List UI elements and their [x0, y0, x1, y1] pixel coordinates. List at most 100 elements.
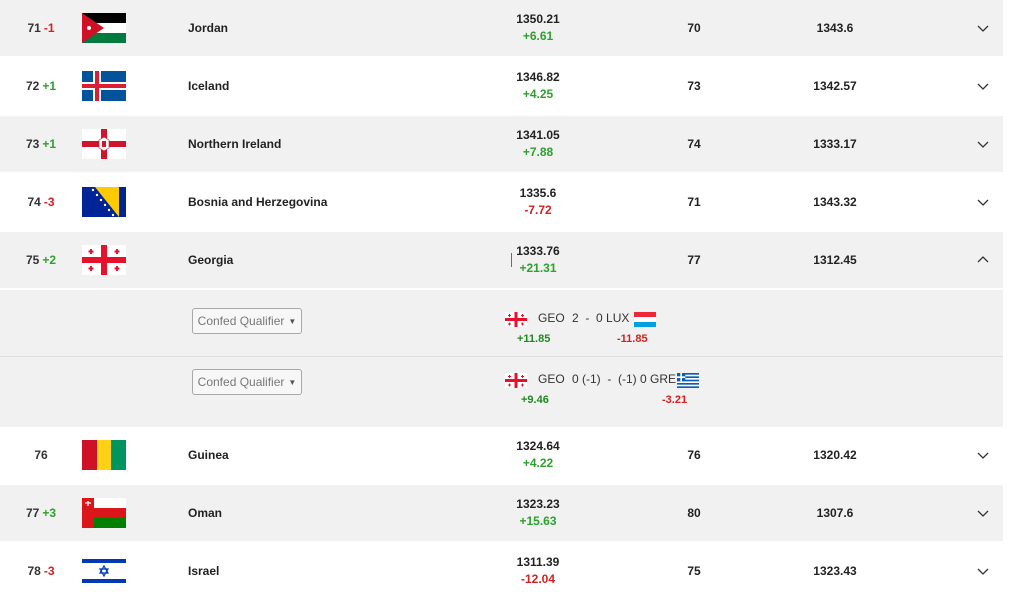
score-text: 0 (-1) - (-1) 0 [572, 372, 647, 386]
away-team-code: LUX [606, 311, 630, 325]
flag-cell [82, 498, 188, 528]
points-delta: +4.22 [522, 456, 554, 470]
israel-flag-icon [82, 556, 126, 586]
points-cell: 1346.82 +4.25 [428, 69, 648, 103]
total-points: 1341.05 [516, 128, 560, 142]
flag-cell [82, 556, 188, 586]
caret-down-icon: ▼ [288, 377, 297, 387]
away-points-delta: -11.85 [617, 333, 648, 345]
table-row-expanded[interactable]: 75 +2 Georgia 1333.76 +21.31 77 1312.45 [0, 232, 1003, 290]
rank-number: 77 [25, 506, 40, 520]
luxembourg-flag-icon [634, 312, 656, 327]
rank-number: 76 [34, 448, 48, 462]
rank-number: 71 [27, 21, 41, 35]
previous-points: 1343.32 [813, 195, 857, 209]
rank-cell: 74 -3 [0, 195, 82, 209]
match-type-dropdown[interactable]: Confed Qualifier ▼ [192, 308, 302, 334]
chevron-up-icon[interactable] [977, 254, 989, 266]
rank-cell: 73 +1 [0, 137, 82, 151]
previous-rank: 70 [687, 21, 701, 35]
country-name[interactable]: Georgia [188, 253, 428, 267]
previous-rank: 75 [687, 564, 701, 578]
score-text: 2 - 0 [572, 311, 603, 325]
chevron-down-icon[interactable] [977, 22, 989, 34]
country-name[interactable]: Israel [188, 564, 428, 578]
rankings-table: 71 -1 Jordan 1350.21 +6.61 70 1343.6 72 +1 … [0, 0, 1003, 601]
previous-rank: 73 [687, 79, 701, 93]
rank-move: +2 [42, 253, 57, 267]
bosnia-flag-icon [82, 187, 126, 217]
points-cell: 1341.05 +7.88 [428, 127, 648, 161]
total-points: 1346.82 [516, 70, 560, 84]
flag-cell [82, 245, 188, 275]
points-delta: -7.72 [524, 203, 552, 217]
match-type-dropdown[interactable]: Confed Qualifier ▼ [192, 369, 302, 395]
country-name[interactable]: Northern Ireland [188, 137, 428, 151]
previous-rank: 76 [687, 448, 701, 462]
rank-number: 78 [27, 564, 41, 578]
chevron-down-icon[interactable] [977, 507, 989, 519]
rank-move: +3 [42, 506, 57, 520]
match-result: GEO 2 - 0 LUX +11.85 -11.85 [505, 302, 705, 346]
chevron-down-icon[interactable] [977, 80, 989, 92]
away-team-code: GRE [650, 372, 677, 386]
match-detail: Confed Qualifier ▼ GEO 2 - 0 LUX +11.85 -… [0, 290, 1003, 357]
points-delta: -12.04 [520, 572, 556, 586]
text-cursor [511, 253, 512, 267]
points-cell: 1333.76 +21.31 [428, 243, 648, 277]
points-delta: +6.61 [522, 29, 554, 43]
rank-number: 72 [25, 79, 40, 93]
chevron-down-icon[interactable] [977, 196, 989, 208]
rank-cell: 76 [0, 448, 82, 462]
rank-move: -3 [43, 195, 55, 209]
previous-rank: 77 [687, 253, 701, 267]
chevron-down-icon[interactable] [977, 449, 989, 461]
table-row[interactable]: 76 Guinea 1324.64 +4.22 76 1320.42 [0, 427, 1003, 485]
rank-move: -3 [43, 564, 55, 578]
rank-number: 73 [25, 137, 40, 151]
country-name[interactable]: Bosnia and Herzegovina [188, 195, 428, 209]
rank-move: -1 [43, 21, 55, 35]
flag-cell [82, 13, 188, 43]
rank-cell: 77 +3 [0, 506, 82, 520]
northern-ireland-flag-icon [82, 129, 126, 159]
table-row[interactable]: 77 +3 Oman 1323.23 +15.63 80 1307.6 [0, 485, 1003, 543]
table-row[interactable]: 73 +1 Northern Ireland 1341.05 +7.88 74 13… [0, 116, 1003, 174]
points-delta: +21.31 [519, 261, 557, 275]
rank-move: +1 [42, 137, 57, 151]
home-team-code: GEO [538, 372, 565, 386]
table-row[interactable]: 78 -3 Israel 1311.39 -12.04 75 1323.43 [0, 543, 1003, 601]
previous-points: 1307.6 [816, 506, 854, 520]
previous-points: 1333.17 [813, 137, 857, 151]
home-team-code: GEO [538, 311, 565, 325]
home-points-delta: +11.85 [517, 333, 551, 345]
previous-points: 1320.42 [813, 448, 857, 462]
rank-cell: 71 -1 [0, 21, 82, 35]
total-points: 1324.64 [516, 439, 560, 453]
points-cell: 1335.6 -7.72 [428, 185, 648, 219]
previous-points: 1342.57 [813, 79, 857, 93]
country-name[interactable]: Oman [188, 506, 428, 520]
country-name[interactable]: Guinea [188, 448, 428, 462]
table-row[interactable]: 74 -3 Bosnia and Herzegovina 1335.6 -7.72 … [0, 174, 1003, 232]
home-points-delta: +9.46 [521, 394, 549, 406]
guinea-flag-icon [82, 440, 126, 470]
flag-cell [82, 440, 188, 470]
country-name[interactable]: Jordan [188, 21, 428, 35]
rank-number: 75 [25, 253, 40, 267]
total-points: 1335.6 [519, 186, 557, 200]
georgia-flag-icon [505, 373, 527, 388]
table-row[interactable]: 71 -1 Jordan 1350.21 +6.61 70 1343.6 [0, 0, 1003, 58]
chevron-down-icon[interactable] [977, 138, 989, 150]
rank-cell: 72 +1 [0, 79, 82, 93]
points-delta: +4.25 [522, 87, 554, 101]
country-name[interactable]: Iceland [188, 79, 428, 93]
previous-points: 1323.43 [813, 564, 857, 578]
match-detail: Confed Qualifier ▼ GEO 0 (-1) - (-1) 0 GR… [0, 357, 1003, 417]
oman-flag-icon [82, 498, 126, 528]
table-row[interactable]: 72 +1 Iceland 1346.82 +4.25 73 1342.57 [0, 58, 1003, 116]
georgia-flag-icon [82, 245, 126, 275]
chevron-down-icon[interactable] [977, 565, 989, 577]
greece-flag-icon [677, 373, 699, 388]
match-result: GEO 0 (-1) - (-1) 0 GRE +9.46 -3.21 [505, 363, 705, 407]
